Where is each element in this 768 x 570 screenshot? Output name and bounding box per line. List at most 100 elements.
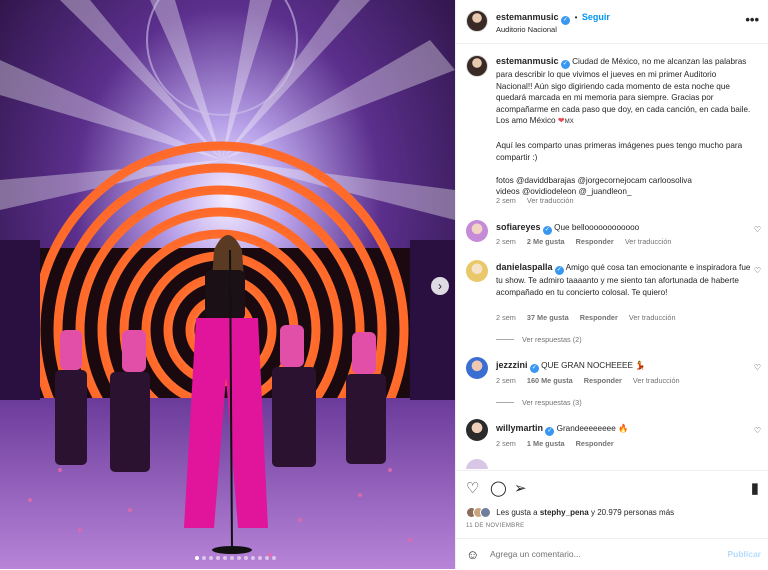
comment-text: Que belloooooooooooo [554, 223, 640, 232]
carousel-dot [244, 556, 248, 560]
avatar[interactable] [466, 459, 488, 469]
comment-time[interactable]: 2 sem [496, 313, 516, 322]
reply-button[interactable]: Responder [576, 439, 614, 448]
comment: jezzzini ✓ QUE GRAN NOCHEEEE 💃 [496, 360, 754, 373]
like-comment-icon[interactable]: ♡ [754, 225, 761, 234]
reply-button[interactable]: Responder [576, 237, 614, 246]
comment-likes[interactable]: 160 Me gusta [527, 376, 573, 385]
likes-summary[interactable]: Les gusta a stephy_pena y 20.979 persona… [466, 507, 674, 520]
carousel-dot [230, 556, 234, 560]
like-comment-icon[interactable]: ♡ [754, 426, 761, 435]
carousel-dot [251, 556, 255, 560]
comment-username[interactable]: sofiareyes [496, 222, 541, 232]
comment-input[interactable] [490, 547, 710, 561]
caption-meta: 2 sem Ver traducción [496, 196, 583, 205]
more-options-icon[interactable]: ••• [745, 12, 759, 27]
carousel-dot [258, 556, 262, 560]
header-separator: • [574, 13, 578, 22]
comment-time[interactable]: 2 sem [496, 439, 516, 448]
avatar[interactable] [466, 55, 488, 77]
comments-list[interactable]: estemanmusic ✓ Ciudad de México, no me a… [456, 45, 768, 469]
reply-button[interactable]: Responder [584, 376, 622, 385]
caption-credits-videos: videos @ovidiodeleon @_juandleon_ [496, 187, 632, 196]
post-date[interactable]: 11 DE NOVIEMBRE [466, 523, 524, 529]
view-replies-button[interactable]: Ver respuestas (3) [496, 398, 582, 407]
translate-link[interactable]: Ver traducción [625, 237, 672, 246]
verified-icon: ✓ [545, 427, 555, 436]
comment-text: Grandeeeeeeee [556, 424, 616, 433]
carousel-dot [202, 556, 206, 560]
comment-meta: 2 sem 37 Me gusta Responder Ver traducci… [496, 313, 685, 322]
liker-avatars [466, 507, 491, 520]
comment-time[interactable]: 2 sem [496, 376, 516, 385]
post-actions: ♡ ◯ ➢ ▮ Les gusta a stephy_pena y 20.979… [456, 470, 768, 569]
carousel-dot [272, 556, 276, 560]
comment-username[interactable]: jezzzini [496, 360, 528, 370]
concert-image [0, 0, 455, 569]
comment-icon[interactable]: ◯ [490, 481, 507, 497]
follow-button[interactable]: Seguir [582, 12, 610, 22]
likes-rest[interactable]: y 20.979 personas más [591, 508, 674, 517]
caption-username[interactable]: estemanmusic [496, 56, 559, 66]
avatar[interactable] [466, 419, 488, 441]
avatar[interactable] [466, 260, 488, 282]
share-icon[interactable]: ➢ [514, 481, 527, 497]
carousel-dot [223, 556, 227, 560]
comment: sofiareyes ✓ Que belloooooooooooo [496, 222, 754, 235]
like-comment-icon[interactable]: ♡ [754, 266, 761, 275]
verified-icon: ✓ [561, 16, 571, 25]
post-header: estemanmusic ✓ • Seguir Auditorio Nacion… [456, 0, 768, 44]
comment-likes[interactable]: 37 Me gusta [527, 313, 569, 322]
translate-link[interactable]: Ver traducción [527, 196, 574, 205]
post-photo[interactable]: › [0, 0, 455, 569]
avatar[interactable] [466, 220, 488, 242]
avatar[interactable] [466, 10, 488, 32]
carousel-dot [195, 556, 199, 560]
verified-icon: ✓ [529, 364, 539, 373]
replies-divider [496, 339, 514, 340]
comment: willymartin ✓ Grandeeeeeeee 🔥 [496, 423, 754, 436]
caption-paragraph-2: Aquí les comparto unas primeras imágenes… [496, 141, 743, 162]
like-icon[interactable]: ♡ [466, 481, 479, 497]
view-replies-button[interactable]: Ver respuestas (2) [496, 335, 582, 344]
avatar[interactable] [466, 357, 488, 379]
replies-divider [496, 402, 514, 403]
red-heart-icon: ❤ [557, 116, 565, 125]
comment-meta: 2 sem 160 Me gusta Responder Ver traducc… [496, 376, 689, 385]
verified-icon: ✓ [554, 266, 564, 275]
fire-emoji-icon: 🔥 [618, 424, 629, 433]
header-user-line: estemanmusic ✓ • Seguir [496, 12, 610, 25]
comment-likes[interactable]: 2 Me gusta [527, 237, 565, 246]
header-username[interactable]: estemanmusic [496, 12, 559, 22]
comment-time[interactable]: 2 sem [496, 237, 516, 246]
carousel-dots [195, 556, 276, 560]
view-replies-label: Ver respuestas (2) [522, 335, 582, 344]
verified-icon: ✓ [560, 60, 570, 69]
likes-prefix: Les gusta a [496, 508, 538, 517]
caption-credits-photos: fotos @daviddbarajas @jorgecornejocam ca… [496, 175, 692, 185]
view-replies-label: Ver respuestas (3) [522, 398, 582, 407]
comment-meta: 2 sem 2 Me gusta Responder Ver traducció… [496, 237, 680, 246]
publish-button[interactable]: Publicar [727, 549, 761, 559]
carousel-dot [216, 556, 220, 560]
reply-button[interactable]: Responder [580, 313, 618, 322]
dancer-emoji-icon: 💃 [635, 361, 646, 370]
location-link[interactable]: Auditorio Nacional [496, 25, 557, 34]
caption: estemanmusic ✓ Ciudad de México, no me a… [496, 56, 754, 198]
emoji-icon[interactable]: ☺ [466, 547, 479, 562]
comment-composer: ☺ Publicar [456, 538, 768, 570]
comment-username[interactable]: danielaspalla [496, 262, 553, 272]
like-comment-icon[interactable]: ♡ [754, 363, 761, 372]
translate-link[interactable]: Ver traducción [633, 376, 680, 385]
next-slide-button[interactable]: › [431, 277, 449, 295]
comment-username[interactable]: willymartin [496, 423, 543, 433]
translate-link[interactable]: Ver traducción [629, 313, 676, 322]
comment-likes[interactable]: 1 Me gusta [527, 439, 565, 448]
verified-icon: ✓ [542, 226, 552, 235]
caption-time[interactable]: 2 sem [496, 196, 516, 205]
likes-user[interactable]: stephy_pena [540, 508, 589, 517]
carousel-dot [237, 556, 241, 560]
comment: danielaspalla ✓ Amigo qué cosa tan emoci… [496, 262, 754, 298]
bookmark-icon[interactable]: ▮ [751, 481, 759, 497]
post-side-panel: estemanmusic ✓ • Seguir Auditorio Nacion… [455, 0, 768, 569]
